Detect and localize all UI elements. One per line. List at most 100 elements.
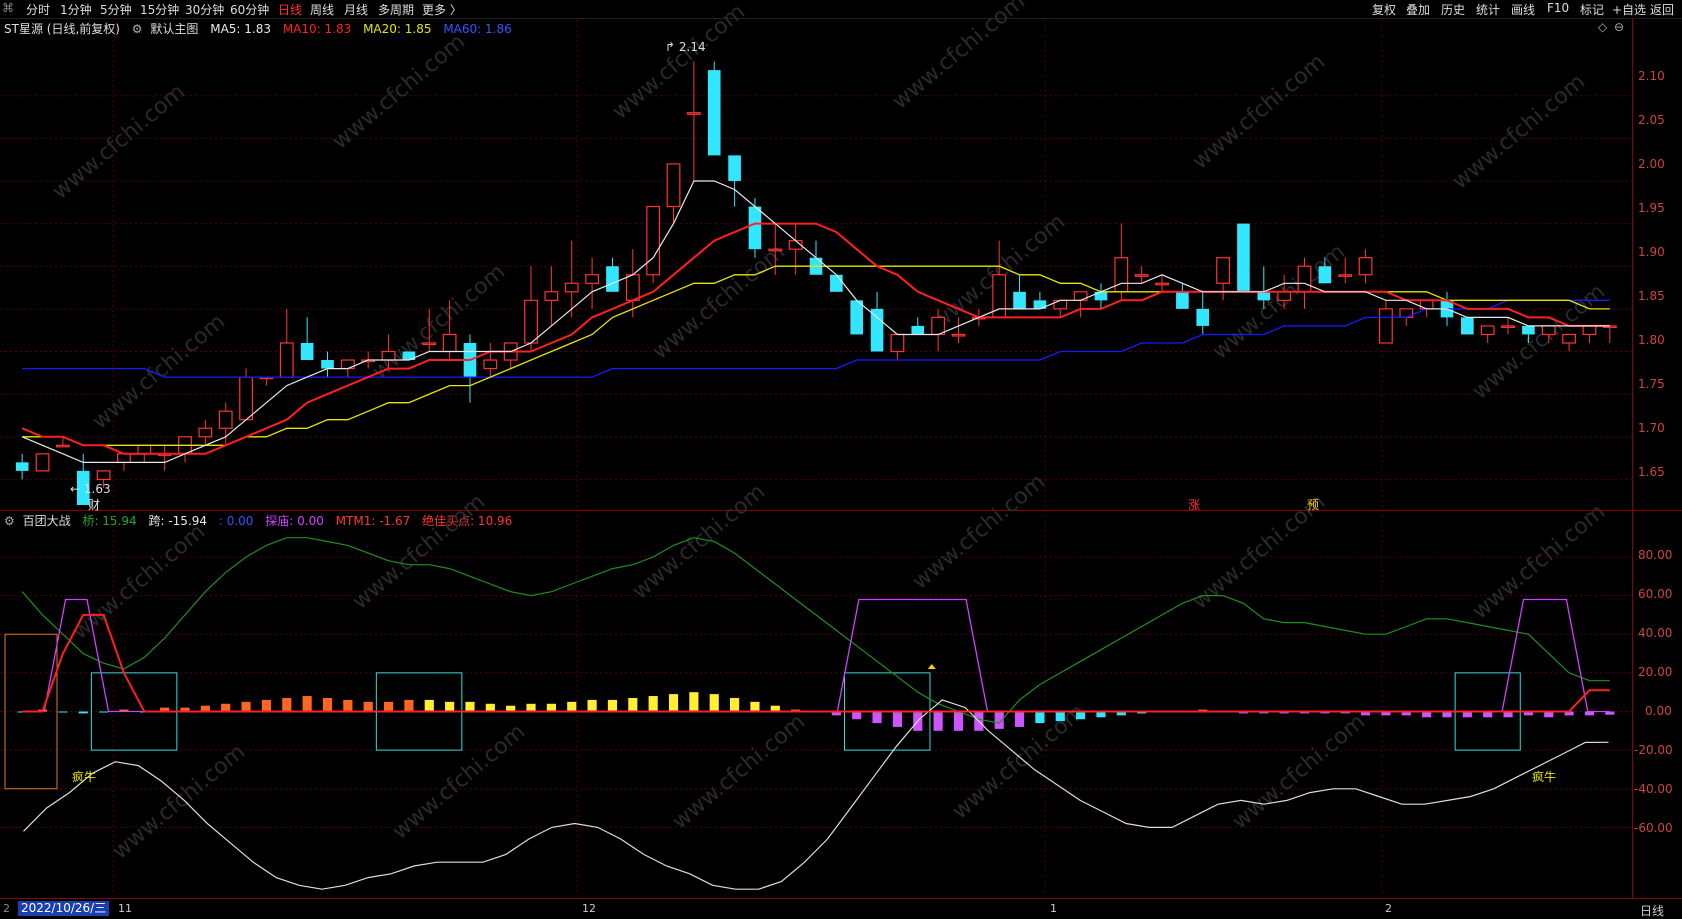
candle-down (300, 342, 314, 361)
candle-down (830, 274, 843, 292)
watermark-text: www.cfchi.com (388, 719, 530, 844)
histogram-bar (526, 703, 536, 712)
candle-up (686, 112, 701, 115)
candle-down (606, 266, 619, 292)
candle-up (646, 205, 661, 276)
candle-down (321, 360, 334, 369)
x-label: 12 (582, 902, 596, 915)
price-tick: 2.00 (1638, 157, 1665, 171)
watermark-text: www.cfchi.com (888, 0, 1030, 115)
watermark-text: www.cfchi.com (628, 479, 770, 604)
histogram-bar (1014, 711, 1025, 727)
candle-down (1013, 291, 1026, 309)
candle-up (442, 333, 457, 353)
histogram-bar (322, 697, 333, 712)
histogram-bar (343, 699, 353, 712)
histogram-bar (668, 694, 679, 712)
candle-up (1562, 333, 1577, 344)
price-tick: 1.75 (1638, 377, 1665, 391)
right-axis-line (1632, 18, 1633, 898)
candle-up (137, 444, 152, 455)
ind-tick: -40.00 (1634, 782, 1673, 796)
candle-up (1541, 325, 1556, 336)
histogram-bar (892, 711, 902, 727)
candle-up (1501, 325, 1515, 329)
candle-up (422, 342, 437, 346)
watermark-text: www.cfchi.com (88, 309, 230, 434)
candle-down (911, 325, 925, 335)
arrow-up-icon (927, 664, 936, 670)
histogram-bar (99, 711, 109, 713)
watermark-text: www.cfchi.com (1228, 709, 1370, 834)
fengniu-label-left: 疯牛 (72, 770, 97, 784)
candle-up (544, 291, 559, 301)
back-button[interactable]: 返回 (1650, 1, 1674, 18)
histogram-bar (689, 692, 699, 712)
watermark-text: www.cfchi.com (648, 239, 790, 364)
histogram-bar (648, 696, 658, 712)
kua-line (23, 699, 1609, 890)
candle-up (1297, 265, 1312, 293)
watermark-text: www.cfchi.com (1188, 49, 1330, 174)
candle-up (1582, 325, 1597, 336)
candle-up (1114, 257, 1129, 293)
candle-up (381, 350, 396, 361)
histogram-bar (933, 711, 943, 731)
candle-up (218, 410, 233, 429)
candle-up (1277, 291, 1292, 301)
candle-up (1480, 325, 1495, 336)
price-tick: 2.05 (1638, 113, 1665, 127)
x-label: 2 (1385, 902, 1392, 915)
histogram-bar (363, 701, 373, 712)
zhang-marker[interactable]: 涨 (1188, 496, 1200, 513)
histogram-bar (221, 703, 231, 712)
period-indicator: 日线 (1640, 904, 1665, 918)
histogram-bar (78, 711, 88, 714)
watermark-text: www.cfchi.com (108, 739, 250, 864)
candle-up (524, 299, 538, 344)
candle-down (728, 155, 741, 181)
candle-up (585, 274, 600, 284)
price-tick: 2.10 (1638, 69, 1665, 83)
candle-down (850, 300, 864, 335)
kline-chart[interactable]: www.cfchi.com www.cfchi.com www.cfchi.com w… (0, 0, 1632, 898)
histogram-bar (1035, 711, 1045, 724)
buy-point-line (22, 613, 1610, 713)
histogram-bar (567, 701, 577, 712)
candle-up (1379, 308, 1393, 344)
ind-tick: -20.00 (1634, 743, 1673, 757)
watermark-text: www.cfchi.com (1448, 69, 1590, 194)
candle-up (483, 359, 498, 370)
watermark-text: www.cfchi.com (68, 519, 210, 644)
ma60-line (22, 299, 1610, 378)
low-price-label: ← 1.63 (70, 482, 111, 496)
time-axis (0, 898, 1682, 918)
ind-tick: 0.00 (1645, 704, 1672, 718)
watermark-text: www.cfchi.com (908, 469, 1050, 594)
candle-up (768, 248, 783, 252)
x-label: 1 (1050, 902, 1057, 915)
candle-down (15, 462, 29, 471)
fengniu-label-right: 疯牛 (1532, 770, 1557, 784)
histogram-bar (750, 701, 760, 712)
candle-up (625, 274, 640, 301)
candle-down (1522, 325, 1535, 335)
x-label: 11 (118, 902, 132, 915)
histogram-bar (424, 699, 434, 712)
price-tick: 1.90 (1638, 245, 1665, 259)
histogram-bar (241, 701, 251, 712)
candle-up (198, 427, 213, 438)
low-value: 1.63 (83, 482, 111, 496)
cai-marker[interactable]: 财 (88, 496, 100, 513)
candle-up (931, 316, 946, 336)
histogram-bar (953, 711, 964, 731)
candle-up (951, 333, 966, 337)
candle-up (279, 342, 294, 378)
tanlu-line (22, 598, 1610, 713)
ind-tick: 60.00 (1638, 587, 1673, 601)
yu-marker[interactable]: 预 (1307, 496, 1319, 513)
histogram-bar (282, 697, 292, 712)
histogram-bar (485, 703, 495, 712)
ind-tick: 80.00 (1638, 548, 1673, 562)
candle-down (1318, 266, 1332, 284)
